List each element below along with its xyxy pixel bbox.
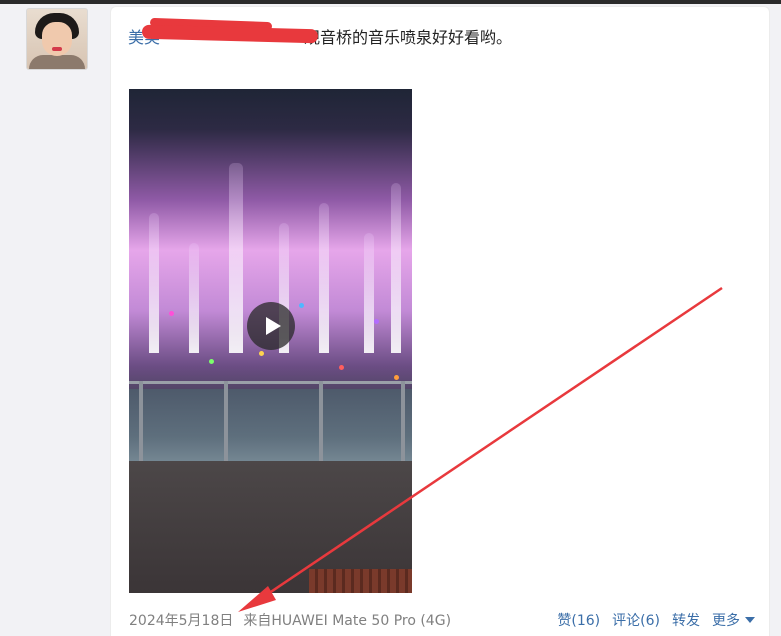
arrow-line [249, 286, 723, 608]
annotation-arrow [238, 286, 723, 612]
arrow-head [238, 586, 276, 612]
